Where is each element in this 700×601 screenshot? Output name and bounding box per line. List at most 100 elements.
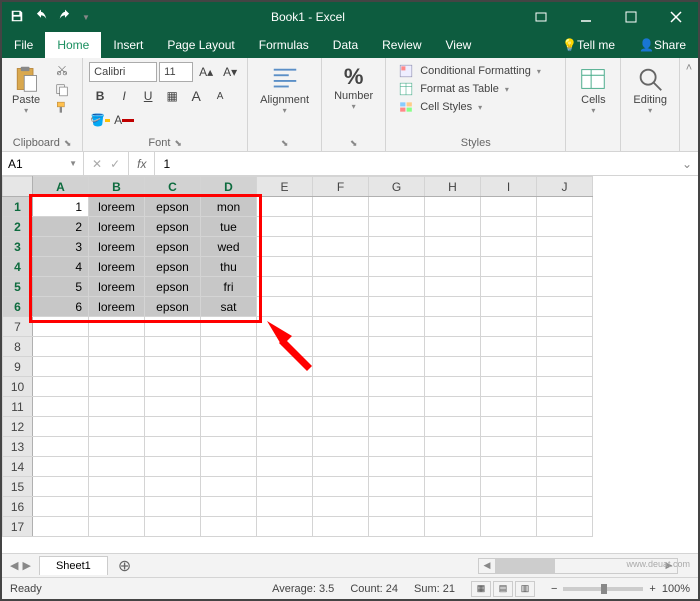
- row-header[interactable]: 12: [3, 417, 33, 437]
- cell[interactable]: epson: [145, 277, 201, 297]
- cell[interactable]: [257, 277, 313, 297]
- row-header[interactable]: 1: [3, 197, 33, 217]
- tab-insert[interactable]: Insert: [101, 32, 155, 58]
- undo-icon[interactable]: [34, 9, 48, 26]
- collapse-ribbon-icon[interactable]: ˄: [680, 58, 698, 151]
- cell[interactable]: [481, 277, 537, 297]
- tab-review[interactable]: Review: [370, 32, 433, 58]
- ribbon-display-icon[interactable]: [518, 2, 563, 32]
- tab-view[interactable]: View: [434, 32, 484, 58]
- cell[interactable]: [257, 237, 313, 257]
- cell[interactable]: loreem: [89, 297, 145, 317]
- border-button[interactable]: ▦: [161, 86, 183, 106]
- font-size-combo[interactable]: 11: [159, 62, 193, 82]
- tab-home[interactable]: Home: [45, 32, 101, 58]
- cell[interactable]: [313, 237, 369, 257]
- cell[interactable]: [537, 297, 593, 317]
- copy-icon[interactable]: [52, 82, 72, 98]
- cell[interactable]: [369, 257, 425, 277]
- number-dialog-icon[interactable]: ⬊: [350, 138, 358, 149]
- maximize-icon[interactable]: [608, 2, 653, 32]
- row-header[interactable]: 17: [3, 517, 33, 537]
- alignment-button[interactable]: Alignment▾: [254, 62, 315, 136]
- col-header[interactable]: B: [89, 177, 145, 197]
- expand-formula-bar-icon[interactable]: ⌄: [676, 157, 698, 171]
- cell[interactable]: [537, 257, 593, 277]
- cut-icon[interactable]: [52, 64, 72, 80]
- zoom-out-icon[interactable]: −: [551, 583, 557, 595]
- underline-button[interactable]: U: [137, 86, 159, 106]
- cell[interactable]: 6: [33, 297, 89, 317]
- font-dialog-icon[interactable]: ⬊: [174, 138, 182, 149]
- cell[interactable]: [425, 257, 481, 277]
- cell[interactable]: sat: [201, 297, 257, 317]
- font-name-combo[interactable]: Calibri: [89, 62, 157, 82]
- cell[interactable]: [425, 297, 481, 317]
- worksheet-grid[interactable]: A B C D E F G H I J 11loreemepsonmon 22l…: [2, 176, 698, 537]
- editing-button[interactable]: Editing▾: [627, 62, 673, 147]
- cell[interactable]: epson: [145, 257, 201, 277]
- fill-color-button[interactable]: 🪣: [89, 110, 111, 130]
- select-all-corner[interactable]: [3, 177, 33, 197]
- cell[interactable]: 3: [33, 237, 89, 257]
- row-header[interactable]: 4: [3, 257, 33, 277]
- view-normal-icon[interactable]: ▦: [471, 581, 491, 597]
- cell[interactable]: epson: [145, 217, 201, 237]
- font-grow-icon[interactable]: A: [185, 86, 207, 106]
- new-sheet-icon[interactable]: ⊕: [108, 556, 141, 576]
- tell-me[interactable]: 💡 Tell me: [550, 32, 627, 58]
- cell[interactable]: epson: [145, 197, 201, 217]
- col-header[interactable]: E: [257, 177, 313, 197]
- cell-styles-button[interactable]: Cell Styles ▾: [398, 100, 553, 114]
- row-header[interactable]: 14: [3, 457, 33, 477]
- cell[interactable]: wed: [201, 237, 257, 257]
- decrease-font-icon[interactable]: A▾: [219, 62, 241, 82]
- col-header[interactable]: J: [537, 177, 593, 197]
- cell[interactable]: [313, 297, 369, 317]
- col-header[interactable]: C: [145, 177, 201, 197]
- cell[interactable]: loreem: [89, 237, 145, 257]
- cell[interactable]: 5: [33, 277, 89, 297]
- row-header[interactable]: 11: [3, 397, 33, 417]
- view-page-layout-icon[interactable]: ▤: [493, 581, 513, 597]
- clipboard-dialog-icon[interactable]: ⬊: [64, 138, 72, 149]
- row-header[interactable]: 7: [3, 317, 33, 337]
- alignment-dialog-icon[interactable]: ⬊: [281, 138, 289, 149]
- share-button[interactable]: 👤 Share: [627, 32, 698, 58]
- row-header[interactable]: 8: [3, 337, 33, 357]
- cell[interactable]: [481, 237, 537, 257]
- tab-data[interactable]: Data: [321, 32, 370, 58]
- cell[interactable]: [369, 277, 425, 297]
- sheet-tab[interactable]: Sheet1: [39, 556, 108, 575]
- cell[interactable]: [537, 197, 593, 217]
- font-shrink-icon[interactable]: A: [209, 86, 231, 106]
- bold-button[interactable]: B: [89, 86, 111, 106]
- cancel-formula-icon[interactable]: ✕: [92, 157, 102, 171]
- sheet-nav-next-icon[interactable]: ▶: [22, 559, 30, 572]
- cell[interactable]: loreem: [89, 277, 145, 297]
- cell[interactable]: [257, 297, 313, 317]
- conditional-formatting-button[interactable]: Conditional Formatting ▾: [398, 64, 553, 78]
- cell[interactable]: [313, 197, 369, 217]
- cell[interactable]: loreem: [89, 257, 145, 277]
- row-header[interactable]: 5: [3, 277, 33, 297]
- cell[interactable]: [481, 257, 537, 277]
- cell[interactable]: [537, 237, 593, 257]
- tab-file[interactable]: File: [2, 32, 45, 58]
- enter-formula-icon[interactable]: ✓: [110, 157, 120, 171]
- paste-button[interactable]: Paste ▾: [8, 62, 44, 135]
- formula-input[interactable]: 1: [155, 152, 675, 175]
- zoom-in-icon[interactable]: +: [649, 583, 655, 595]
- col-header[interactable]: G: [369, 177, 425, 197]
- view-page-break-icon[interactable]: ▥: [515, 581, 535, 597]
- row-header[interactable]: 3: [3, 237, 33, 257]
- cell[interactable]: [369, 297, 425, 317]
- cell[interactable]: [481, 197, 537, 217]
- cell[interactable]: [313, 257, 369, 277]
- cell[interactable]: [257, 257, 313, 277]
- minimize-icon[interactable]: [563, 2, 608, 32]
- tab-formulas[interactable]: Formulas: [247, 32, 321, 58]
- cell[interactable]: [425, 217, 481, 237]
- cell[interactable]: 1: [33, 197, 89, 217]
- cell[interactable]: tue: [201, 217, 257, 237]
